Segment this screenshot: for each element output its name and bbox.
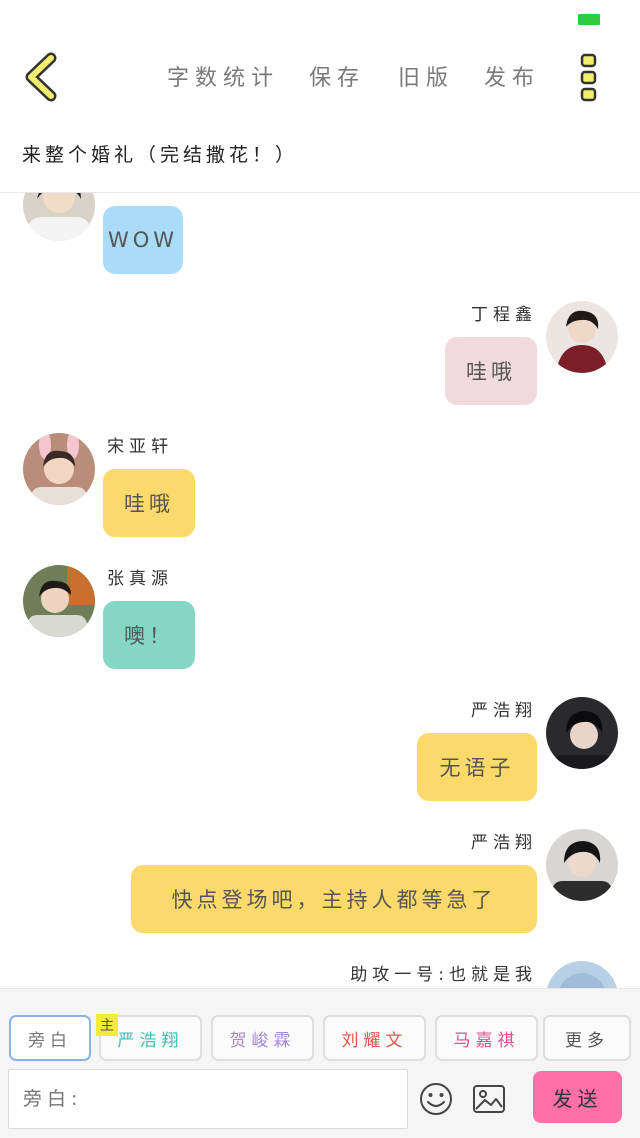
image-button[interactable]	[471, 1081, 507, 1117]
avatar[interactable]	[546, 697, 618, 769]
more-vertical-icon	[580, 53, 597, 102]
sender-name: 宋亚轩	[107, 437, 173, 457]
role-tab-label: 刘耀文	[341, 1030, 408, 1051]
message-bubble[interactable]: 哇哦	[103, 469, 195, 537]
message-bubble[interactable]: WOW	[103, 206, 183, 274]
chat-area[interactable]: WOW 丁程鑫 哇哦 宋亚轩 哇哦 张真源 噢！ 严浩翔 无语子 严浩翔 快点登…	[0, 193, 640, 988]
send-button-label: 发送	[552, 1086, 603, 1111]
sender-name: 严浩翔	[471, 833, 537, 853]
emoji-button[interactable]	[418, 1081, 454, 1117]
role-tab-he-junlin[interactable]: 贺峻霖	[211, 1015, 314, 1061]
story-title: 来整个婚礼（完结撒花！）	[22, 144, 299, 166]
sender-name: 张真源	[107, 569, 173, 589]
main-role-tag: 主	[96, 1014, 118, 1036]
image-icon	[473, 1085, 505, 1113]
role-tab-ma-jiaqi[interactable]: 马嘉祺	[435, 1015, 538, 1061]
role-tab-label: 严浩翔	[117, 1030, 184, 1051]
smiley-icon	[420, 1083, 452, 1115]
role-tab-liu-yaowen[interactable]: 刘耀文	[323, 1015, 426, 1061]
avatar[interactable]	[23, 433, 95, 505]
sender-name: 助攻一号:也就是我	[350, 965, 537, 985]
role-selector-bar: 旁白 严浩翔 主 贺峻霖 刘耀文 马嘉祺 更多 发送	[0, 988, 640, 1138]
message-bubble[interactable]: 无语子	[417, 733, 537, 801]
more-menu-button[interactable]	[574, 50, 604, 106]
role-tab-label: 马嘉祺	[453, 1030, 520, 1051]
role-tab-narrator[interactable]: 旁白	[9, 1015, 91, 1061]
avatar[interactable]	[23, 193, 95, 241]
send-button[interactable]: 发送	[533, 1071, 622, 1123]
role-tab-more[interactable]: 更多	[543, 1015, 631, 1061]
status-indicator	[578, 14, 600, 25]
sender-name: 严浩翔	[471, 701, 537, 721]
word-count-button[interactable]: 字数统计	[167, 60, 279, 92]
old-version-button[interactable]: 旧版	[398, 60, 454, 92]
role-tab-label: 贺峻霖	[229, 1030, 296, 1051]
message-bubble[interactable]: 快点登场吧，主持人都等急了	[131, 865, 537, 933]
avatar[interactable]	[546, 829, 618, 901]
message-input[interactable]	[8, 1069, 408, 1129]
sender-name: 丁程鑫	[471, 305, 537, 325]
save-button[interactable]: 保存	[309, 60, 365, 92]
message-bubble[interactable]: 噢！	[103, 601, 195, 669]
avatar[interactable]	[23, 565, 95, 637]
header-actions: 字数统计 保存 旧版 发布	[0, 60, 640, 92]
role-tab-label: 旁白	[28, 1030, 72, 1051]
avatar[interactable]	[546, 301, 618, 373]
message-bubble[interactable]: 哇哦	[445, 337, 537, 405]
top-bar: 字数统计 保存 旧版 发布	[0, 40, 640, 112]
publish-button[interactable]: 发布	[484, 60, 540, 92]
avatar[interactable]	[546, 961, 618, 988]
role-tab-label: 更多	[565, 1030, 609, 1051]
